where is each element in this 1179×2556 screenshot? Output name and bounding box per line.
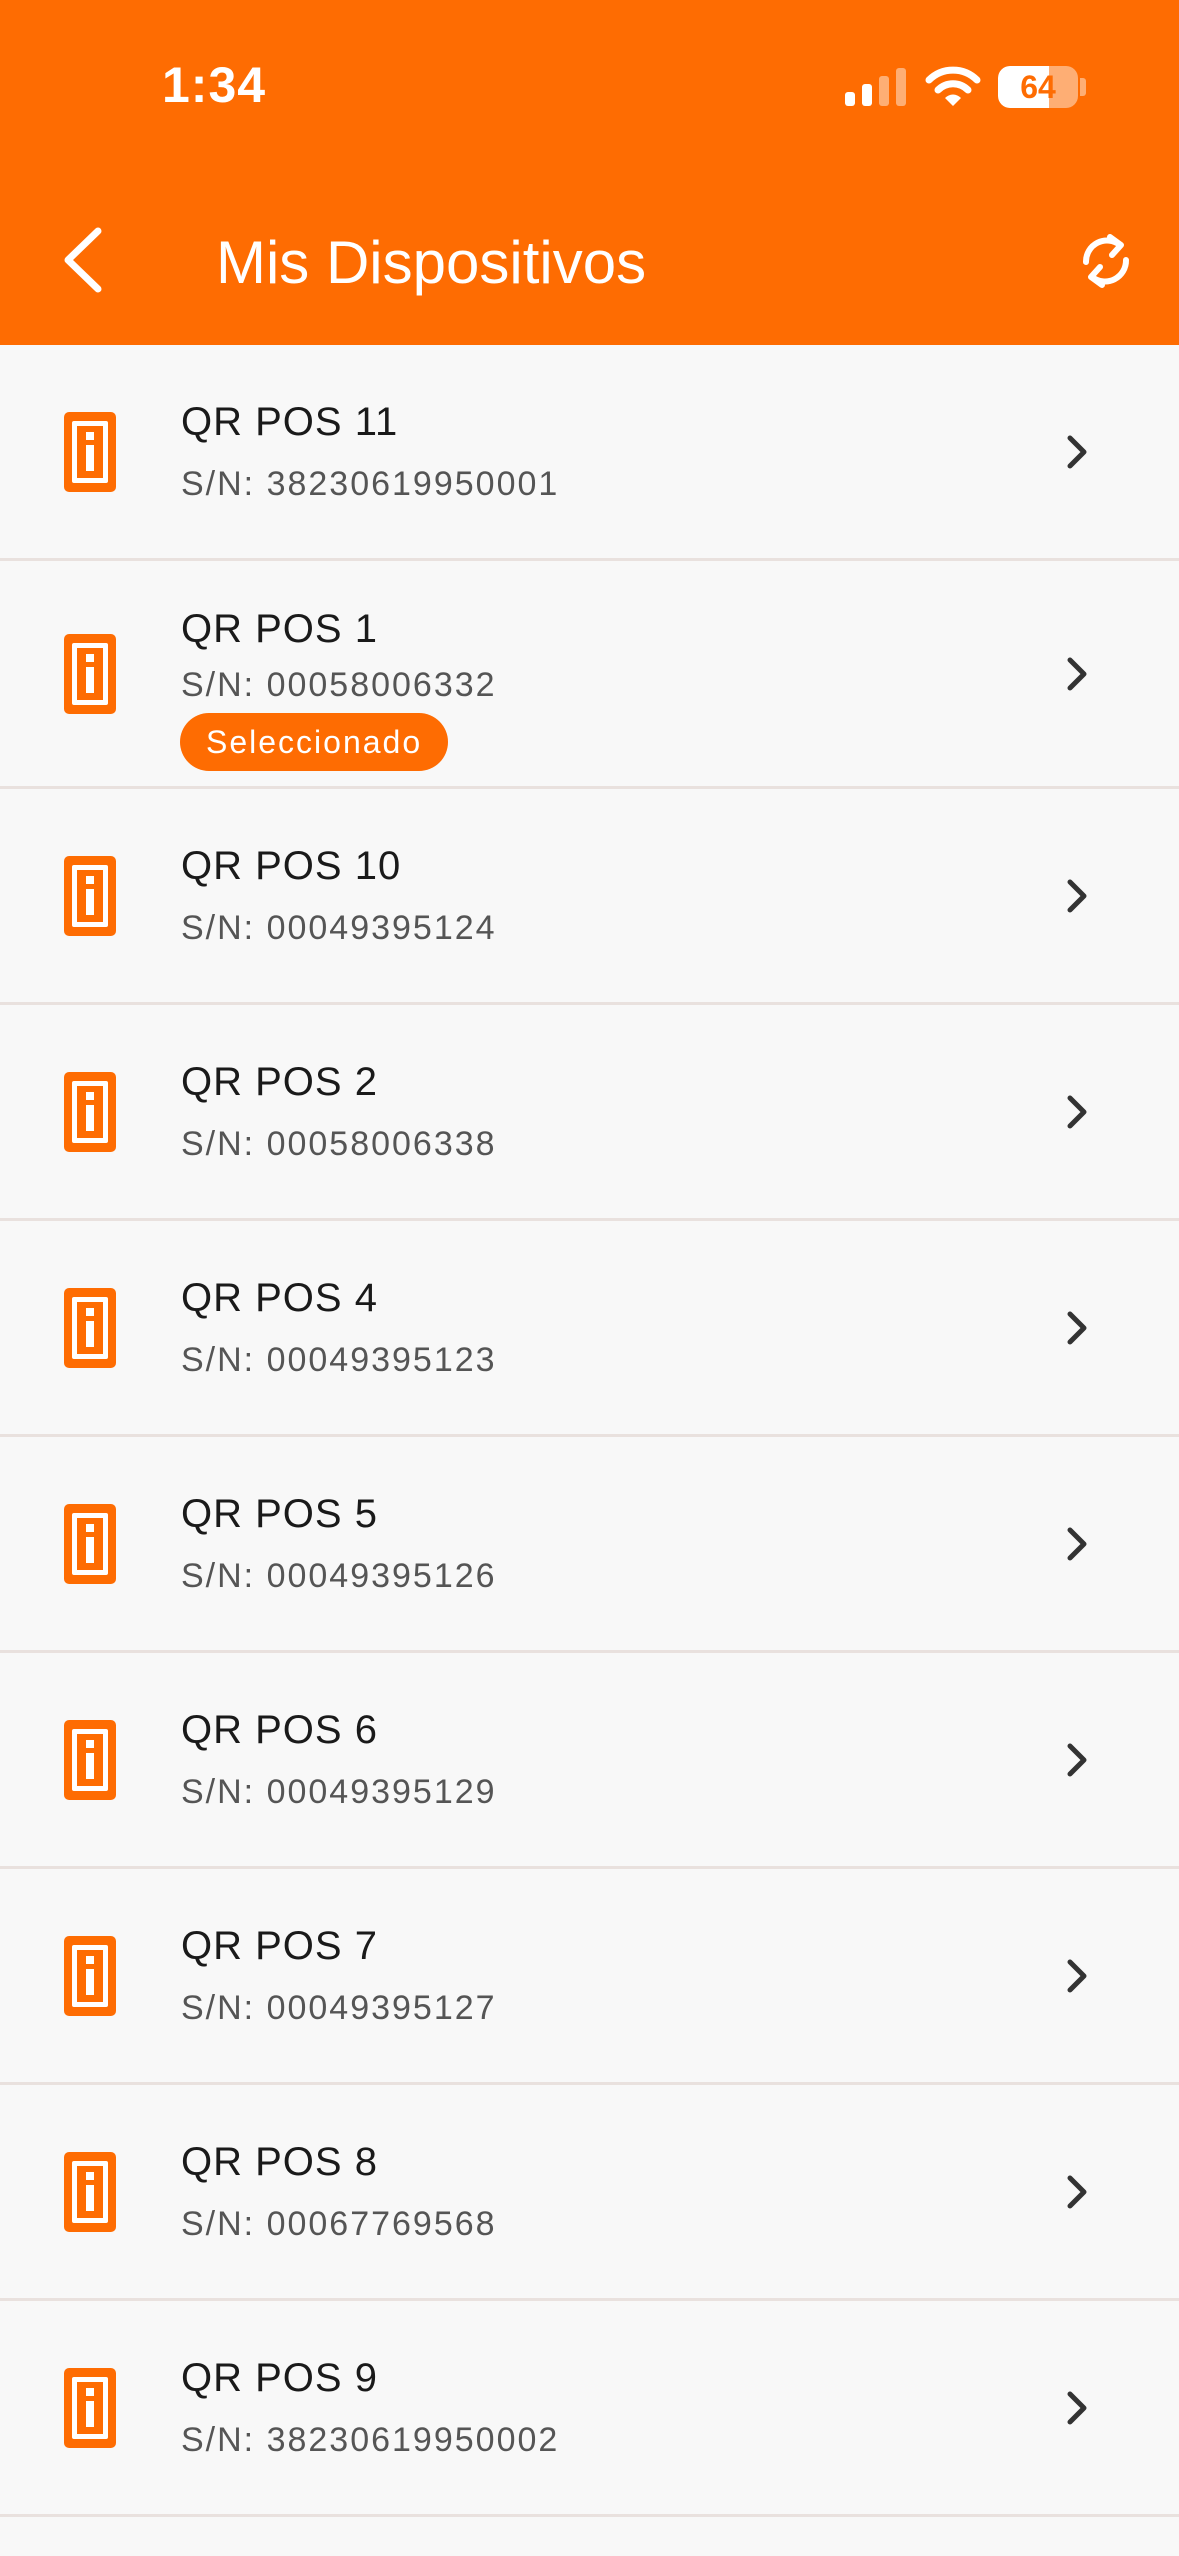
app-header: 1:34 64 Mis Dispositivos [0, 0, 1179, 345]
chevron-right-icon [1067, 1527, 1087, 1560]
device-serial: S/N: 00049395126 [181, 1557, 497, 1595]
device-serial: S/N: 00049395123 [181, 1341, 497, 1379]
device-serial: S/N: 00058006338 [181, 1125, 497, 1163]
chevron-right-icon [1067, 1095, 1087, 1128]
pos-terminal-icon [64, 633, 116, 714]
battery-icon: 64 [998, 66, 1078, 108]
pos-terminal-icon [64, 2367, 116, 2448]
pos-terminal-icon [64, 1719, 116, 1800]
chevron-left-icon [64, 227, 102, 293]
status-time: 1:34 [162, 57, 267, 113]
device-row[interactable]: QR POS 2 S/N: 00058006338 [0, 1005, 1179, 1221]
pos-terminal-icon [64, 1503, 116, 1584]
device-name: QR POS 6 [181, 1708, 378, 1752]
pos-terminal-icon [64, 2151, 116, 2232]
chevron-right-icon [1067, 2175, 1087, 2208]
wifi-icon [925, 66, 981, 106]
device-name: QR POS 2 [181, 1060, 378, 1104]
chevron-right-icon [1067, 879, 1087, 912]
device-name: QR POS 10 [181, 844, 402, 888]
pos-terminal-icon [64, 1935, 116, 2016]
pos-terminal-icon [64, 1071, 116, 1152]
chevron-right-icon [1067, 1743, 1087, 1776]
chevron-right-icon [1067, 1311, 1087, 1344]
pos-terminal-icon [64, 1287, 116, 1368]
device-name: QR POS 8 [181, 2140, 378, 2184]
page-title: Mis Dispositivos [216, 229, 647, 296]
refresh-icon [1082, 234, 1130, 288]
device-row[interactable]: QR POS 1 S/N: 00058006332 Seleccionado [0, 561, 1179, 789]
device-list: QR POS 11 S/N: 38230619950001 QR POS 1 S/N:… [0, 345, 1179, 2517]
device-row[interactable]: QR POS 8 S/N: 00067769568 [0, 2085, 1179, 2301]
device-row[interactable]: QR POS 9 S/N: 38230619950002 [0, 2301, 1179, 2517]
device-name: QR POS 7 [181, 1924, 378, 1968]
device-name: QR POS 9 [181, 2356, 378, 2400]
chevron-right-icon [1067, 2391, 1087, 2424]
device-row[interactable]: QR POS 10 S/N: 00049395124 [0, 789, 1179, 1005]
device-serial: S/N: 38230619950002 [181, 2421, 560, 2459]
device-serial: S/N: 00058006332 [181, 666, 497, 704]
device-name: QR POS 1 [181, 607, 378, 651]
battery-cap [1080, 78, 1086, 96]
device-row[interactable]: QR POS 7 S/N: 00049395127 [0, 1869, 1179, 2085]
battery-percentage: 64 [1020, 69, 1056, 105]
device-row[interactable]: QR POS 4 S/N: 00049395123 [0, 1221, 1179, 1437]
refresh-button[interactable] [1076, 228, 1136, 294]
chevron-right-icon [1067, 435, 1087, 468]
cellular-signal-icon [845, 68, 906, 106]
device-serial: S/N: 00049395127 [181, 1989, 497, 2027]
device-serial: S/N: 00049395124 [181, 909, 497, 947]
device-row[interactable]: QR POS 5 S/N: 00049395126 [0, 1437, 1179, 1653]
device-serial: S/N: 00049395129 [181, 1773, 497, 1811]
device-row[interactable]: QR POS 6 S/N: 00049395129 [0, 1653, 1179, 1869]
device-row[interactable]: QR POS 11 S/N: 38230619950001 [0, 345, 1179, 561]
pos-terminal-icon [64, 855, 116, 936]
device-name: QR POS 4 [181, 1276, 378, 1320]
device-name: QR POS 5 [181, 1492, 378, 1536]
device-serial: S/N: 38230619950001 [181, 465, 560, 503]
pos-terminal-icon [64, 411, 116, 492]
chevron-right-icon [1067, 1959, 1087, 1992]
back-button[interactable] [58, 225, 110, 295]
device-name: QR POS 11 [181, 400, 399, 444]
device-serial: S/N: 00067769568 [181, 2205, 497, 2243]
chevron-right-icon [1067, 657, 1087, 690]
selected-badge: Seleccionado [180, 713, 449, 771]
